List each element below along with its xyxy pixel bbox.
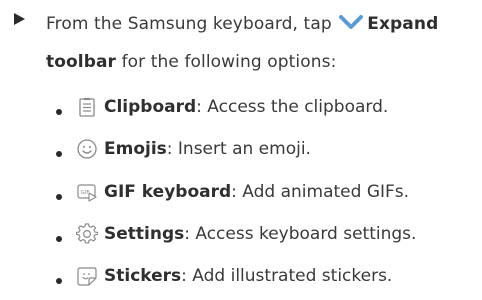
bullet-dot bbox=[56, 193, 62, 200]
stickers-label: Stickers bbox=[104, 266, 182, 286]
emojis-label: Emojis bbox=[104, 139, 167, 159]
emojis-desc: : Insert an emoji. bbox=[166, 139, 311, 159]
list-item-stickers: Stickers : Add illustrated stickers. bbox=[56, 259, 392, 293]
gif-keyboard-desc: : Add animated GIFs. bbox=[231, 182, 410, 202]
intro-text-before: From the Samsung keyboard, tap bbox=[46, 14, 332, 34]
bullet-arrow-icon bbox=[14, 13, 25, 25]
bullet-dot bbox=[56, 150, 62, 157]
bullet-dot bbox=[56, 277, 62, 284]
list-item-gif-keyboard: GIF GIF keyboard : Add animated GIFs. bbox=[56, 175, 409, 209]
intro-text: From the Samsung keyboard, tap Expand to… bbox=[46, 5, 476, 81]
clipboard-desc: : Access the clipboard. bbox=[196, 97, 389, 117]
list-item-emojis: Emojis : Insert an emoji. bbox=[56, 132, 311, 166]
toolbar-label: toolbar bbox=[46, 52, 117, 72]
emoji-icon bbox=[76, 138, 98, 160]
bullet-dot bbox=[56, 235, 62, 242]
expand-label: Expand bbox=[367, 14, 439, 34]
list-item-clipboard: Clipboard : Access the clipboard. bbox=[56, 90, 388, 124]
svg-text:GIF: GIF bbox=[81, 190, 90, 196]
clipboard-label: Clipboard bbox=[104, 97, 197, 117]
settings-desc: : Access keyboard settings. bbox=[184, 224, 417, 244]
bullet-dot bbox=[56, 108, 62, 115]
stickers-desc: : Add illustrated stickers. bbox=[181, 266, 393, 286]
gif-keyboard-label: GIF keyboard bbox=[104, 182, 232, 202]
intro-text-after: for the following options: bbox=[121, 52, 337, 72]
chevron-down-icon bbox=[339, 15, 364, 29]
clipboard-icon bbox=[76, 96, 98, 118]
gear-icon bbox=[76, 223, 98, 245]
gif-icon: GIF bbox=[76, 181, 98, 203]
settings-label: Settings bbox=[104, 224, 185, 244]
list-item-settings: Settings : Access keyboard settings. bbox=[56, 217, 416, 251]
sticker-icon bbox=[76, 265, 98, 287]
